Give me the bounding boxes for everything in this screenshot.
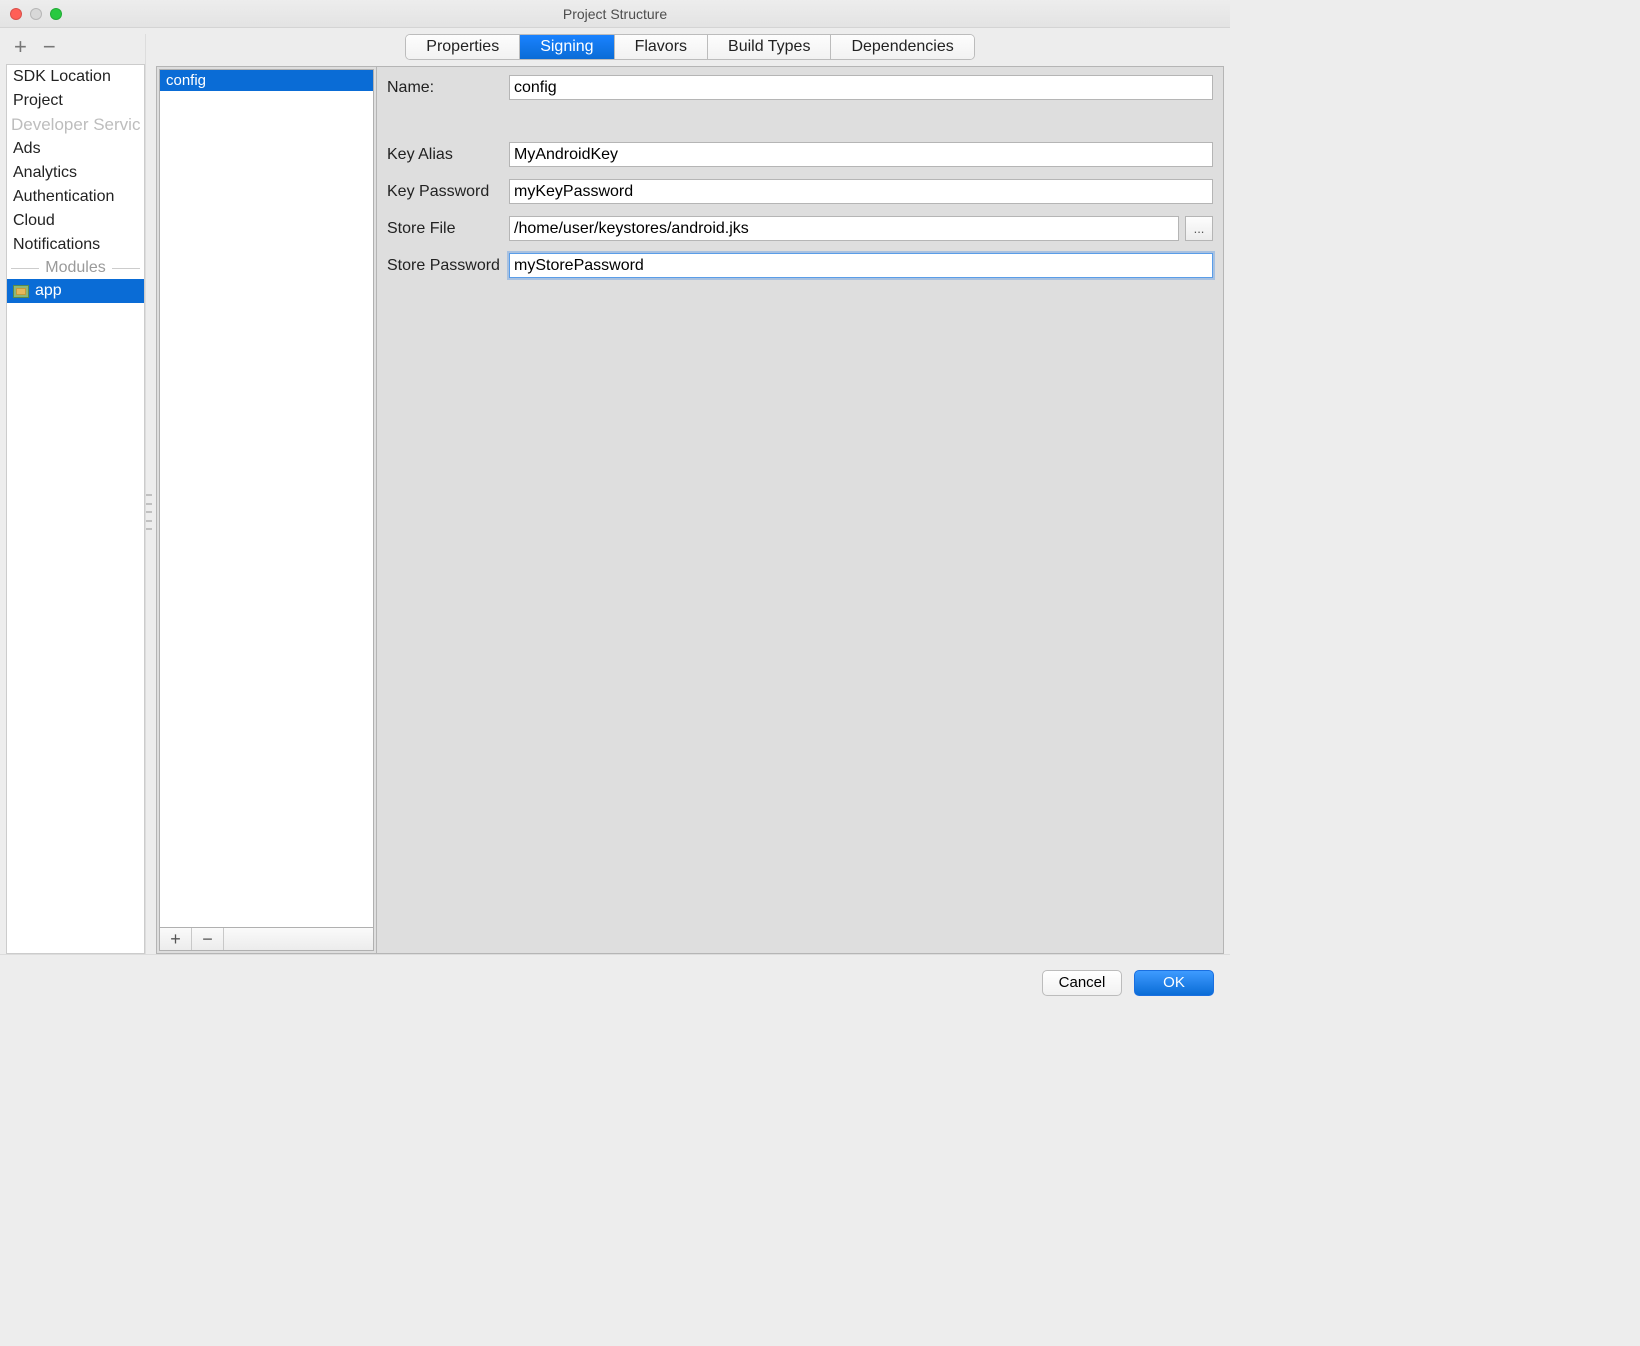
store-password-label: Store Password [387,257,509,275]
tab-bar: Properties Signing Flavors Build Types D… [405,34,974,60]
key-alias-field[interactable] [509,142,1213,167]
name-field[interactable] [509,75,1213,100]
sidebar-header-modules: Modules [7,257,144,279]
sidebar-item-authentication[interactable]: Authentication [7,185,144,209]
cancel-button[interactable]: Cancel [1042,970,1122,996]
tab-signing[interactable]: Signing [520,35,614,59]
signing-form: Name: Key Alias Key Password Store File … [377,67,1223,953]
titlebar: Project Structure [0,0,1230,28]
sidebar-item-project[interactable]: Project [7,89,144,113]
store-password-field[interactable] [509,253,1213,278]
sidebar-remove-icon[interactable]: − [43,36,56,58]
sidebar-item-app[interactable]: app [7,279,144,303]
sidebar-item-analytics[interactable]: Analytics [7,161,144,185]
sidebar-item-sdk-location[interactable]: SDK Location [7,65,144,89]
window-title: Project Structure [0,6,1230,22]
sidebar-header-developer-services: Developer Servic [7,113,144,137]
ok-button[interactable]: OK [1134,970,1214,996]
store-file-field[interactable] [509,216,1179,241]
tab-build-types[interactable]: Build Types [708,35,831,59]
remove-config-button[interactable]: − [192,928,224,950]
sidebar: + − SDK Location Project Developer Servi… [6,34,146,954]
signing-config-list[interactable]: config [159,69,374,928]
key-password-field[interactable] [509,179,1213,204]
split-grip-icon[interactable] [146,494,152,530]
store-file-label: Store File [387,220,509,238]
sidebar-list: SDK Location Project Developer Servic Ad… [6,64,145,954]
sidebar-item-cloud[interactable]: Cloud [7,209,144,233]
tab-dependencies[interactable]: Dependencies [831,35,973,59]
sidebar-item-label: app [35,282,62,300]
sidebar-item-ads[interactable]: Ads [7,137,144,161]
add-config-button[interactable]: + [160,928,192,950]
key-alias-label: Key Alias [387,146,509,164]
key-password-label: Key Password [387,183,509,201]
name-label: Name: [387,79,509,97]
sidebar-item-notifications[interactable]: Notifications [7,233,144,257]
sidebar-add-icon[interactable]: + [14,36,27,58]
tab-flavors[interactable]: Flavors [615,35,708,59]
browse-store-file-button[interactable]: ... [1185,216,1213,241]
tab-properties[interactable]: Properties [406,35,520,59]
signing-config-item[interactable]: config [160,70,373,91]
module-icon [13,285,29,298]
